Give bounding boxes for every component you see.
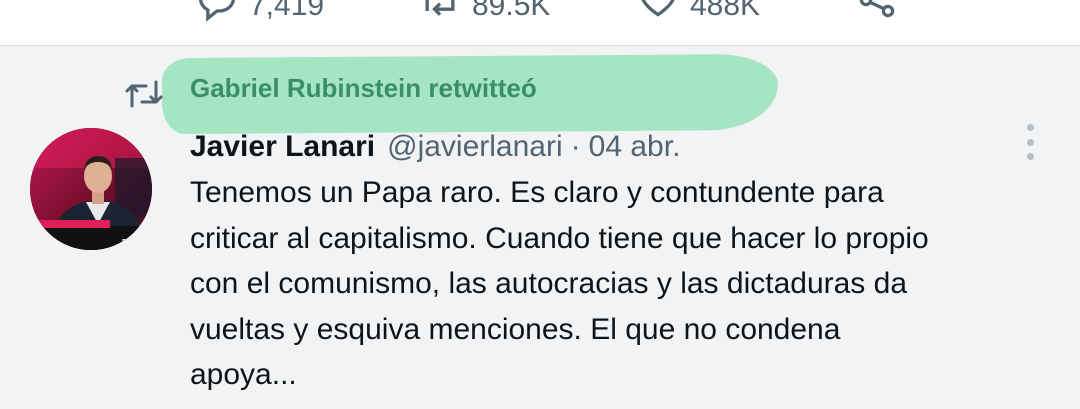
tweet-text-line: con el comunismo, las autocracias y las … [190, 267, 908, 300]
avatar-caption: EN VIVO [122, 239, 151, 246]
reply-icon [198, 0, 235, 22]
tweet-text-line: vueltas y esquiva menciones. El que no c… [190, 312, 841, 346]
share-icon [859, 0, 895, 18]
author-name[interactable]: Javier Lanari [190, 130, 375, 164]
retweeted-by-label[interactable]: Gabriel Rubinstein retwitteó [190, 73, 537, 104]
avatar[interactable]: EN VIVO [30, 128, 152, 250]
tweet-text-line: criticar al capitalismo. Cuando tiene qu… [190, 221, 929, 255]
retweet-count: 89.5K [472, 0, 551, 22]
reply-button[interactable]: 7,419 [195, 0, 324, 22]
author-handle[interactable]: @javierlanari [387, 130, 563, 164]
like-button[interactable]: 488K [636, 0, 760, 22]
more-dot [1026, 124, 1034, 131]
retweet-button[interactable]: 89.5K [418, 0, 550, 22]
like-count: 488K [690, 0, 761, 22]
more-dot [1026, 138, 1034, 146]
tweet-text-line: Tenemos un Papa raro. Es claro y contund… [190, 176, 884, 209]
previous-tweet-action-bar: 7,419 89.5K 488K [0, 0, 1080, 46]
retweet-icon [125, 80, 163, 108]
header-separator: · [570, 130, 581, 163]
tweet-date[interactable]: 04 abr. [589, 130, 681, 164]
avatar-photo: EN VIVO [30, 128, 152, 250]
retweeted-by-row: Gabriel Rubinstein retwitteó [0, 50, 1080, 135]
tweet-header: Javier Lanari @javierlanari · 04 abr. [190, 130, 680, 166]
tweet-text-line: apoya... [190, 358, 297, 391]
reply-count: 7,419 [249, 0, 325, 22]
heart-icon [641, 0, 675, 17]
retweet-icon [425, 0, 455, 16]
tweet-text[interactable]: Tenemos un Papa raro. Es claro y contund… [190, 170, 1060, 398]
share-button[interactable] [855, 0, 899, 22]
more-options-icon[interactable] [1020, 124, 1040, 160]
more-dot [1026, 153, 1034, 160]
